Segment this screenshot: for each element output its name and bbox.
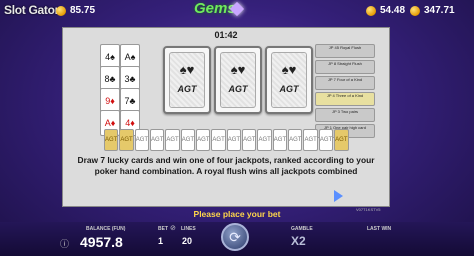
jackpot-row: JP 45 Royal Flush <box>315 44 375 58</box>
row-card[interactable]: AGT <box>104 129 119 151</box>
big-card-2[interactable]: ♠♥ AGT <box>214 46 262 114</box>
info-icon[interactable]: ⓘ <box>60 237 69 250</box>
jackpot-row: JP 4 Three of a Kind <box>315 92 375 106</box>
card-suits-icon: ♠♥ <box>179 62 195 77</box>
row-card[interactable]: AGT <box>318 129 334 151</box>
card-suits-icon: ♠♥ <box>281 62 297 77</box>
top-bar: Slot Gator 85.75 Gems 54.48 347.71 <box>0 0 474 22</box>
row-card[interactable]: AGT <box>226 129 242 151</box>
bet-label: BET <box>158 226 168 232</box>
coin-icon <box>366 5 376 16</box>
row-card[interactable]: AGT <box>334 129 349 151</box>
balance-label: BALANCE (FUN) <box>86 226 126 232</box>
card-label: AGT <box>177 84 197 94</box>
card-label: AGT <box>228 84 248 94</box>
coin-counter: 54.48 <box>366 5 405 16</box>
spin-button[interactable]: ⟳ <box>221 223 249 251</box>
coin-value: 54.48 <box>380 5 406 16</box>
row-card[interactable]: AGT <box>196 129 211 151</box>
lines-label: LINES <box>181 226 196 232</box>
coin-icon <box>56 5 66 16</box>
bet-value[interactable]: 1 <box>158 236 163 246</box>
card-row: AGT AGT AGT AGT AGT AGT AGT AGT AGT AGT AGT AGT AGT A… <box>104 129 349 151</box>
gamble-label: GAMBLE <box>291 226 313 232</box>
row-card[interactable]: AGT <box>119 129 134 151</box>
row-card[interactable]: AGT <box>150 129 165 151</box>
jackpot-row: JP 7 Four of a Kind <box>315 76 375 90</box>
big-card-1[interactable]: ♠♥ AGT <box>163 46 211 114</box>
refresh-icon: ⟳ <box>229 229 241 245</box>
lines-value[interactable]: 20 <box>182 236 192 246</box>
jackpot-row: JP 8 Straight Flush <box>315 60 375 74</box>
jackpot-table: JP 45 Royal Flush JP 8 Straight Flush JP 7… <box>315 44 375 140</box>
row-card[interactable]: AGT <box>180 129 196 151</box>
rules-message: Draw 7 lucky cards and win one of four j… <box>77 155 375 176</box>
row-card[interactable]: AGT <box>165 129 180 151</box>
gamble-value[interactable]: X2 <box>291 234 306 248</box>
row-card[interactable]: AGT <box>242 129 257 151</box>
left-balance-value: 85.75 <box>70 5 96 16</box>
deck-cards: 4♠ A♠ 8♣ 3♣ 9♦ 7♣ A♦ 4♦ <box>100 44 154 136</box>
game-panel: 01:42 4♠ A♠ 8♣ 3♣ 9♦ 7♣ A♦ 4♦ ♠♥ AGT ♠♥ AGT ♠♥ … <box>62 27 390 207</box>
row-card[interactable]: AGT <box>288 129 303 151</box>
last-win-label: LAST WIN <box>367 226 392 232</box>
row-card[interactable]: AGT <box>257 129 272 151</box>
total-value: 347.71 <box>424 5 455 16</box>
lines-icon: ⊘ <box>170 225 176 232</box>
balance-value: 4957.8 <box>80 234 123 250</box>
next-arrow-icon[interactable] <box>334 190 343 202</box>
site-logo: Slot Gator <box>4 3 60 17</box>
big-card-3[interactable]: ♠♥ AGT <box>265 46 313 114</box>
card-label: AGT <box>279 84 299 94</box>
row-card[interactable]: AGT <box>303 129 318 151</box>
left-balance: 85.75 <box>56 5 95 16</box>
status-message: Please place your bet <box>193 209 281 219</box>
round-timer: 01:42 <box>214 30 238 40</box>
row-card[interactable]: AGT <box>211 129 226 151</box>
bottom-bar: ⓘ BALANCE (FUN) 4957.8 BET 1 ⊘ LINES 20 … <box>0 222 474 256</box>
card-suits-icon: ♠♥ <box>230 62 246 77</box>
version-label: V07T1KSTV5 <box>356 207 381 212</box>
row-card[interactable]: AGT <box>272 129 288 151</box>
coin-icon <box>410 5 420 16</box>
row-card[interactable]: AGT <box>134 129 150 151</box>
jackpot-row: JP 3 Two pairs <box>315 108 375 122</box>
total-counter: 347.71 <box>410 5 455 16</box>
